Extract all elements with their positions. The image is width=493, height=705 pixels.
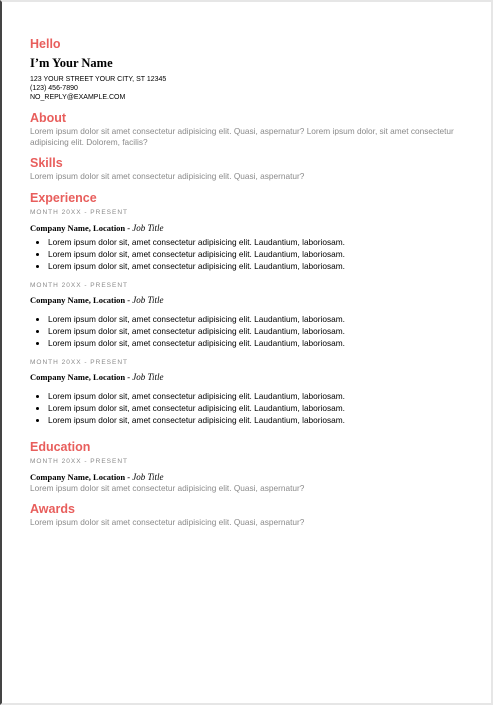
job-bullet: Lorem ipsum dolor sit, amet consectetur … [48,403,470,415]
job-line: Company Name, Location - Job Title [30,372,470,383]
education-date: MONTH 20XX - PRESENT [30,458,129,466]
education-text: Lorem ipsum dolor sit amet consectetur a… [30,483,305,494]
job-bullet: Lorem ipsum dolor sit, amet consectetur … [48,338,470,350]
hello-heading: Hello [30,37,61,51]
job-company: Company Name, Location - [30,223,133,234]
about-text: Lorem ipsum dolor sit amet consectetur a… [30,125,454,148]
education-company: Company Name, Location - [30,472,133,483]
contact-block: 123 YOUR STREET YOUR CITY, ST 12345 (123… [30,75,470,103]
resume-content: Hello I’m Your Name 123 YOUR STREET YOUR… [30,36,470,528]
contact-email: NO_REPLY@EXAMPLE.COM [30,94,126,102]
job-date: MONTH 20XX - PRESENT [30,209,129,217]
job-company: Company Name, Location - [30,295,133,306]
experience-job: MONTH 20XX - PRESENT Company Name, Locat… [30,358,470,426]
resume-page: Hello I’m Your Name 123 YOUR STREET YOUR… [0,0,493,705]
job-bullet: Lorem ipsum dolor sit, amet consectetur … [48,249,470,261]
job-date: MONTH 20XX - PRESENT [30,359,129,367]
job-title: Job Title [132,372,164,383]
job-bullet: Lorem ipsum dolor sit, amet consectetur … [48,261,470,273]
skills-text: Lorem ipsum dolor sit amet consectetur a… [30,170,305,181]
job-title: Job Title [132,223,164,234]
awards-heading: Awards [30,501,75,516]
about-heading: About [30,110,67,125]
job-title: Job Title [132,295,164,306]
job-bullet: Lorem ipsum dolor sit, amet consectetur … [48,237,470,249]
contact-address: 123 YOUR STREET YOUR CITY, ST 12345 [30,76,167,83]
person-name: I’m Your Name [30,56,113,70]
awards-text: Lorem ipsum dolor sit amet consectetur a… [30,516,305,527]
education-line: Company Name, Location - Job Title [30,472,470,483]
job-company: Company Name, Location - [30,372,133,383]
contact-phone: (123) 456-7890 [30,85,78,93]
skills-heading: Skills [30,155,63,170]
job-line: Company Name, Location - Job Title [30,295,470,306]
experience-heading: Experience [30,191,97,206]
job-date: MONTH 20XX - PRESENT [30,282,129,290]
experience-job: MONTH 20XX - PRESENT Company Name, Locat… [30,208,470,272]
job-bullet: Lorem ipsum dolor sit, amet consectetur … [48,314,470,326]
job-bullet: Lorem ipsum dolor sit, amet consectetur … [48,391,470,403]
job-bullets: Lorem ipsum dolor sit, amet consectetur … [30,237,470,272]
job-bullets: Lorem ipsum dolor sit, amet consectetur … [30,314,470,349]
education-heading: Education [30,440,91,455]
education-title: Job Title [132,472,164,483]
job-line: Company Name, Location - Job Title [30,223,470,234]
experience-job: MONTH 20XX - PRESENT Company Name, Locat… [30,281,470,349]
job-bullet: Lorem ipsum dolor sit, amet consectetur … [48,415,470,427]
job-bullets: Lorem ipsum dolor sit, amet consectetur … [30,391,470,426]
job-bullet: Lorem ipsum dolor sit, amet consectetur … [48,326,470,338]
